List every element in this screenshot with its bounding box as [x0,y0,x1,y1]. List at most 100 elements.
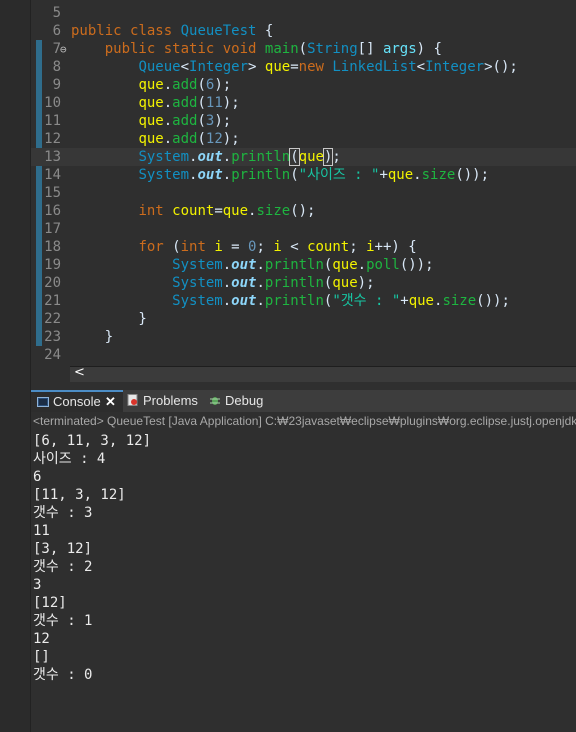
scroll-left-arrow-icon[interactable]: < [74,365,85,380]
code-line[interactable]: 10 que.add(11); [31,94,576,112]
code-line[interactable]: 6 public class QueueTest { [31,22,576,40]
code-line[interactable]: 24 [31,346,576,364]
code-token: String [307,41,358,57]
fold-toggle-icon[interactable]: ⊖ [60,41,67,59]
tab-debug-label: Debug [225,393,264,408]
code-text: for (int i = 0; i < count; i++) { [71,238,417,256]
code-token: { [256,23,274,39]
line-number: 13 [44,149,61,165]
tab-problems[interactable]: Problems [125,390,205,412]
editor-horizontal-scrollbar[interactable]: < [70,365,576,383]
code-token: . [163,77,173,93]
code-token: public [71,23,131,39]
console-line: [12] [33,595,67,611]
code-line[interactable]: 7 ⊖ public static void main(String[] args… [31,40,576,58]
code-token: ++) { [374,239,417,255]
code-token: ); [222,131,240,147]
code-line[interactable]: 11 que.add(3); [31,112,576,130]
code-line[interactable]: 18 for (int i = 0; i < count; i++) { [31,238,576,256]
code-token: ; [349,239,367,255]
code-token: que [332,275,358,291]
console-line: [] [33,649,50,665]
code-text: que.add(6); [71,76,231,94]
code-line[interactable]: 12 que.add(12); [31,130,576,148]
code-token: "사이즈 : " [298,167,380,183]
code-line[interactable]: 15 [31,184,576,202]
code-token: ()); [476,293,510,309]
code-line[interactable]: 17 [31,220,576,238]
close-icon[interactable]: ✕ [105,392,116,411]
code-token: println [264,293,324,309]
code-token: out [197,149,223,165]
code-line[interactable]: 19 System.out.println(que.poll()); [31,256,576,274]
line-number: 5 [52,5,61,21]
console-line: 11 [33,523,50,539]
code-editor[interactable]: 5 6 public class QueueTest {7 ⊖ public stat… [31,0,576,366]
code-line[interactable]: 9 que.add(6); [31,76,576,94]
code-token: for [138,239,173,255]
code-token: < [281,239,308,255]
code-token: public [104,41,164,57]
code-token: . [222,293,232,309]
code-token: ; [332,149,341,165]
line-number: 10 [44,95,61,111]
code-line[interactable]: 14 System.out.println("사이즈 : "+que.size(… [31,166,576,184]
code-token: static [163,41,223,57]
code-line[interactable]: 13 System.out.println(que); [31,148,576,166]
code-text: } [71,310,146,328]
code-text: Queue<Integer> que=new LinkedList<Intege… [71,58,517,76]
code-token: . [222,257,232,273]
tab-console[interactable]: Console ✕ [31,390,123,412]
code-text: System.out.println("갯수 : "+que.size()); [71,292,510,310]
code-line[interactable]: 16 int count=que.size(); [31,202,576,220]
code-token: ); [214,77,232,93]
code-token: println [264,257,324,273]
code-text: public static void main(String[] args) { [71,40,442,58]
code-token: QueueTest [180,23,257,39]
code-token: que [264,59,291,75]
code-text: System.out.println(que); [71,148,341,166]
code-line[interactable]: 8 Queue<Integer> que=new LinkedList<Inte… [31,58,576,76]
code-token: Integer [189,59,249,75]
code-token: = [290,59,299,75]
code-token: class [130,23,181,39]
code-line[interactable]: 22 } [31,310,576,328]
console-process-header: <terminated> QueueTest [Java Application… [31,412,576,430]
code-token: . [163,131,173,147]
code-token: add [172,131,198,147]
line-number: 14 [44,167,61,183]
code-token: ( [289,148,300,166]
code-line[interactable]: 5 [31,4,576,22]
code-token: add [172,77,198,93]
code-token: "갯수 : " [332,293,401,309]
code-token: que [138,113,164,129]
code-token: + [400,293,409,309]
line-number: 19 [44,257,61,273]
code-token: que [408,293,434,309]
code-line[interactable]: 21 System.out.println("갯수 : "+que.size()… [31,292,576,310]
code-token: = [214,203,223,219]
tab-debug[interactable]: Debug [207,390,277,412]
code-token: que [387,167,414,183]
line-number: 20 [44,275,61,291]
code-token: ; [256,239,274,255]
code-line[interactable]: 20 System.out.println(que); [31,274,576,292]
code-text: que.add(12); [71,130,240,148]
code-token: main [264,41,299,57]
code-token: System [138,167,190,183]
code-token: size [256,203,291,219]
code-token: } [71,329,114,345]
line-number: 22 [44,311,61,327]
problems-icon [127,394,138,406]
code-token: System [172,293,223,309]
line-number: 8 [52,59,61,75]
left-side-panel [0,0,31,732]
console-line: 12 [33,631,50,647]
line-number: 11 [44,113,61,129]
console-output[interactable]: [6, 11, 3, 12] 사이즈 : 4 6 [11, 3, 12] 갯수 : 3 1… [31,430,576,732]
code-line[interactable]: 23 } [31,328,576,346]
